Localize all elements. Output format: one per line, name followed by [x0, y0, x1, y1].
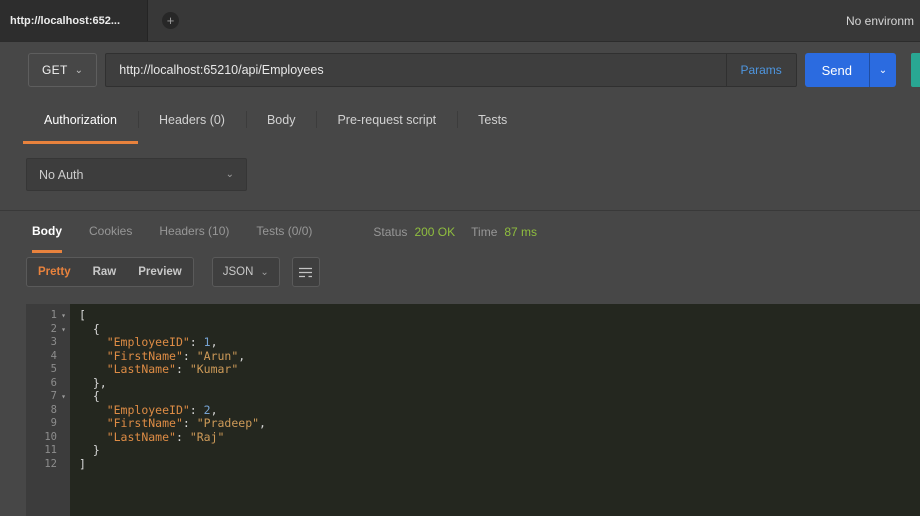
code-line: "EmployeeID": 2,: [79, 404, 920, 418]
code-line: },: [79, 377, 920, 391]
editor-gutter: 1▾2▾34567▾89101112: [26, 304, 70, 516]
request-tabs: AuthorizationHeaders (0)BodyPre-request …: [0, 98, 920, 144]
view-mode-pretty[interactable]: Pretty: [27, 258, 82, 286]
request-builder: GET ⌄ Params Send ⌄: [0, 42, 920, 98]
line-number: 8: [51, 404, 57, 418]
params-button[interactable]: Params: [726, 54, 796, 86]
code-line: }: [79, 444, 920, 458]
chevron-down-icon: ⌄: [260, 267, 268, 278]
environment-selector[interactable]: No environm: [846, 14, 920, 28]
save-button-partial[interactable]: [911, 53, 920, 87]
new-tab-button[interactable]: +: [162, 12, 179, 29]
line-number: 11: [44, 444, 57, 458]
url-input[interactable]: [106, 54, 725, 86]
code-line: {: [79, 323, 920, 337]
response-tab-tests-0-0[interactable]: Tests (0/0): [256, 211, 312, 253]
line-number: 10: [44, 431, 57, 445]
send-group: Send ⌄: [805, 53, 896, 87]
line-number: 5: [51, 363, 57, 377]
send-button[interactable]: Send: [805, 53, 869, 87]
line-number: 6: [51, 377, 57, 391]
authorization-panel: No Auth ⌄: [0, 144, 920, 191]
response-tab-headers-10[interactable]: Headers (10): [159, 211, 229, 253]
tab-headers-0[interactable]: Headers (0): [138, 98, 246, 144]
method-label: GET: [42, 63, 68, 77]
fold-toggle-icon[interactable]: ▾: [57, 309, 70, 323]
tab-body[interactable]: Body: [246, 98, 317, 144]
chevron-down-icon: ⌄: [879, 65, 887, 76]
tab-bar: http://localhost:652... + No environm: [0, 0, 920, 42]
response-meta-row: Body Cookies Headers (10) Tests (0/0) Statu…: [0, 211, 920, 253]
time-value: 87 ms: [504, 225, 537, 239]
line-number: 12: [44, 458, 57, 472]
line-number: 4: [51, 350, 57, 364]
fold-toggle-icon[interactable]: ▾: [57, 323, 70, 337]
view-mode-raw[interactable]: Raw: [82, 258, 128, 286]
status-value: 200 OK: [414, 225, 455, 239]
method-select[interactable]: GET ⌄: [28, 53, 97, 87]
code-line: ]: [79, 458, 920, 472]
response-toolbar: PrettyRawPreview JSON ⌄: [0, 253, 920, 291]
url-group: Params: [105, 53, 796, 87]
code-line: "LastName": "Kumar": [79, 363, 920, 377]
status-label: Status: [373, 225, 407, 239]
chevron-down-icon: ⌄: [226, 169, 234, 180]
format-value: JSON: [223, 266, 254, 278]
line-number: 9: [51, 417, 57, 431]
response-status: Status 200 OK Time 87 ms: [373, 211, 537, 253]
code-line: {: [79, 390, 920, 404]
request-tab-title: http://localhost:652...: [10, 15, 120, 27]
postman-window: http://localhost:652... + No environm GE…: [0, 0, 920, 516]
tab-authorization[interactable]: Authorization: [23, 98, 138, 144]
response-body-editor[interactable]: 1▾2▾34567▾89101112 [ { "EmployeeID": 1, …: [26, 304, 920, 516]
format-select[interactable]: JSON ⌄: [212, 257, 280, 287]
code-line: "EmployeeID": 1,: [79, 336, 920, 350]
view-mode-preview[interactable]: Preview: [127, 258, 192, 286]
tab-tests[interactable]: Tests: [457, 98, 528, 144]
time-label: Time: [471, 225, 497, 239]
code-line: [: [79, 309, 920, 323]
code-line: "FirstName": "Pradeep",: [79, 417, 920, 431]
tab-pre-request-script[interactable]: Pre-request script: [316, 98, 457, 144]
send-options-button[interactable]: ⌄: [869, 53, 896, 87]
view-mode-toggle: PrettyRawPreview: [26, 257, 194, 287]
chevron-down-icon: ⌄: [75, 65, 84, 76]
auth-type-select[interactable]: No Auth ⌄: [26, 158, 247, 191]
request-tab[interactable]: http://localhost:652...: [0, 0, 148, 41]
code-line: "FirstName": "Arun",: [79, 350, 920, 364]
code-line: "LastName": "Raj": [79, 431, 920, 445]
editor-code: [ { "EmployeeID": 1, "FirstName": "Arun"…: [70, 304, 920, 516]
wrap-lines-button[interactable]: [292, 257, 320, 287]
plus-icon: +: [167, 13, 175, 28]
response-tabs: Body Cookies Headers (10) Tests (0/0): [32, 211, 339, 253]
auth-type-value: No Auth: [39, 168, 83, 182]
response-tab-body[interactable]: Body: [32, 211, 62, 253]
line-number: 3: [51, 336, 57, 350]
response-section: Body Cookies Headers (10) Tests (0/0) Statu…: [0, 210, 920, 516]
wrap-lines-icon: [299, 267, 312, 278]
response-tab-cookies[interactable]: Cookies: [89, 211, 132, 253]
fold-toggle-icon[interactable]: ▾: [57, 390, 70, 404]
